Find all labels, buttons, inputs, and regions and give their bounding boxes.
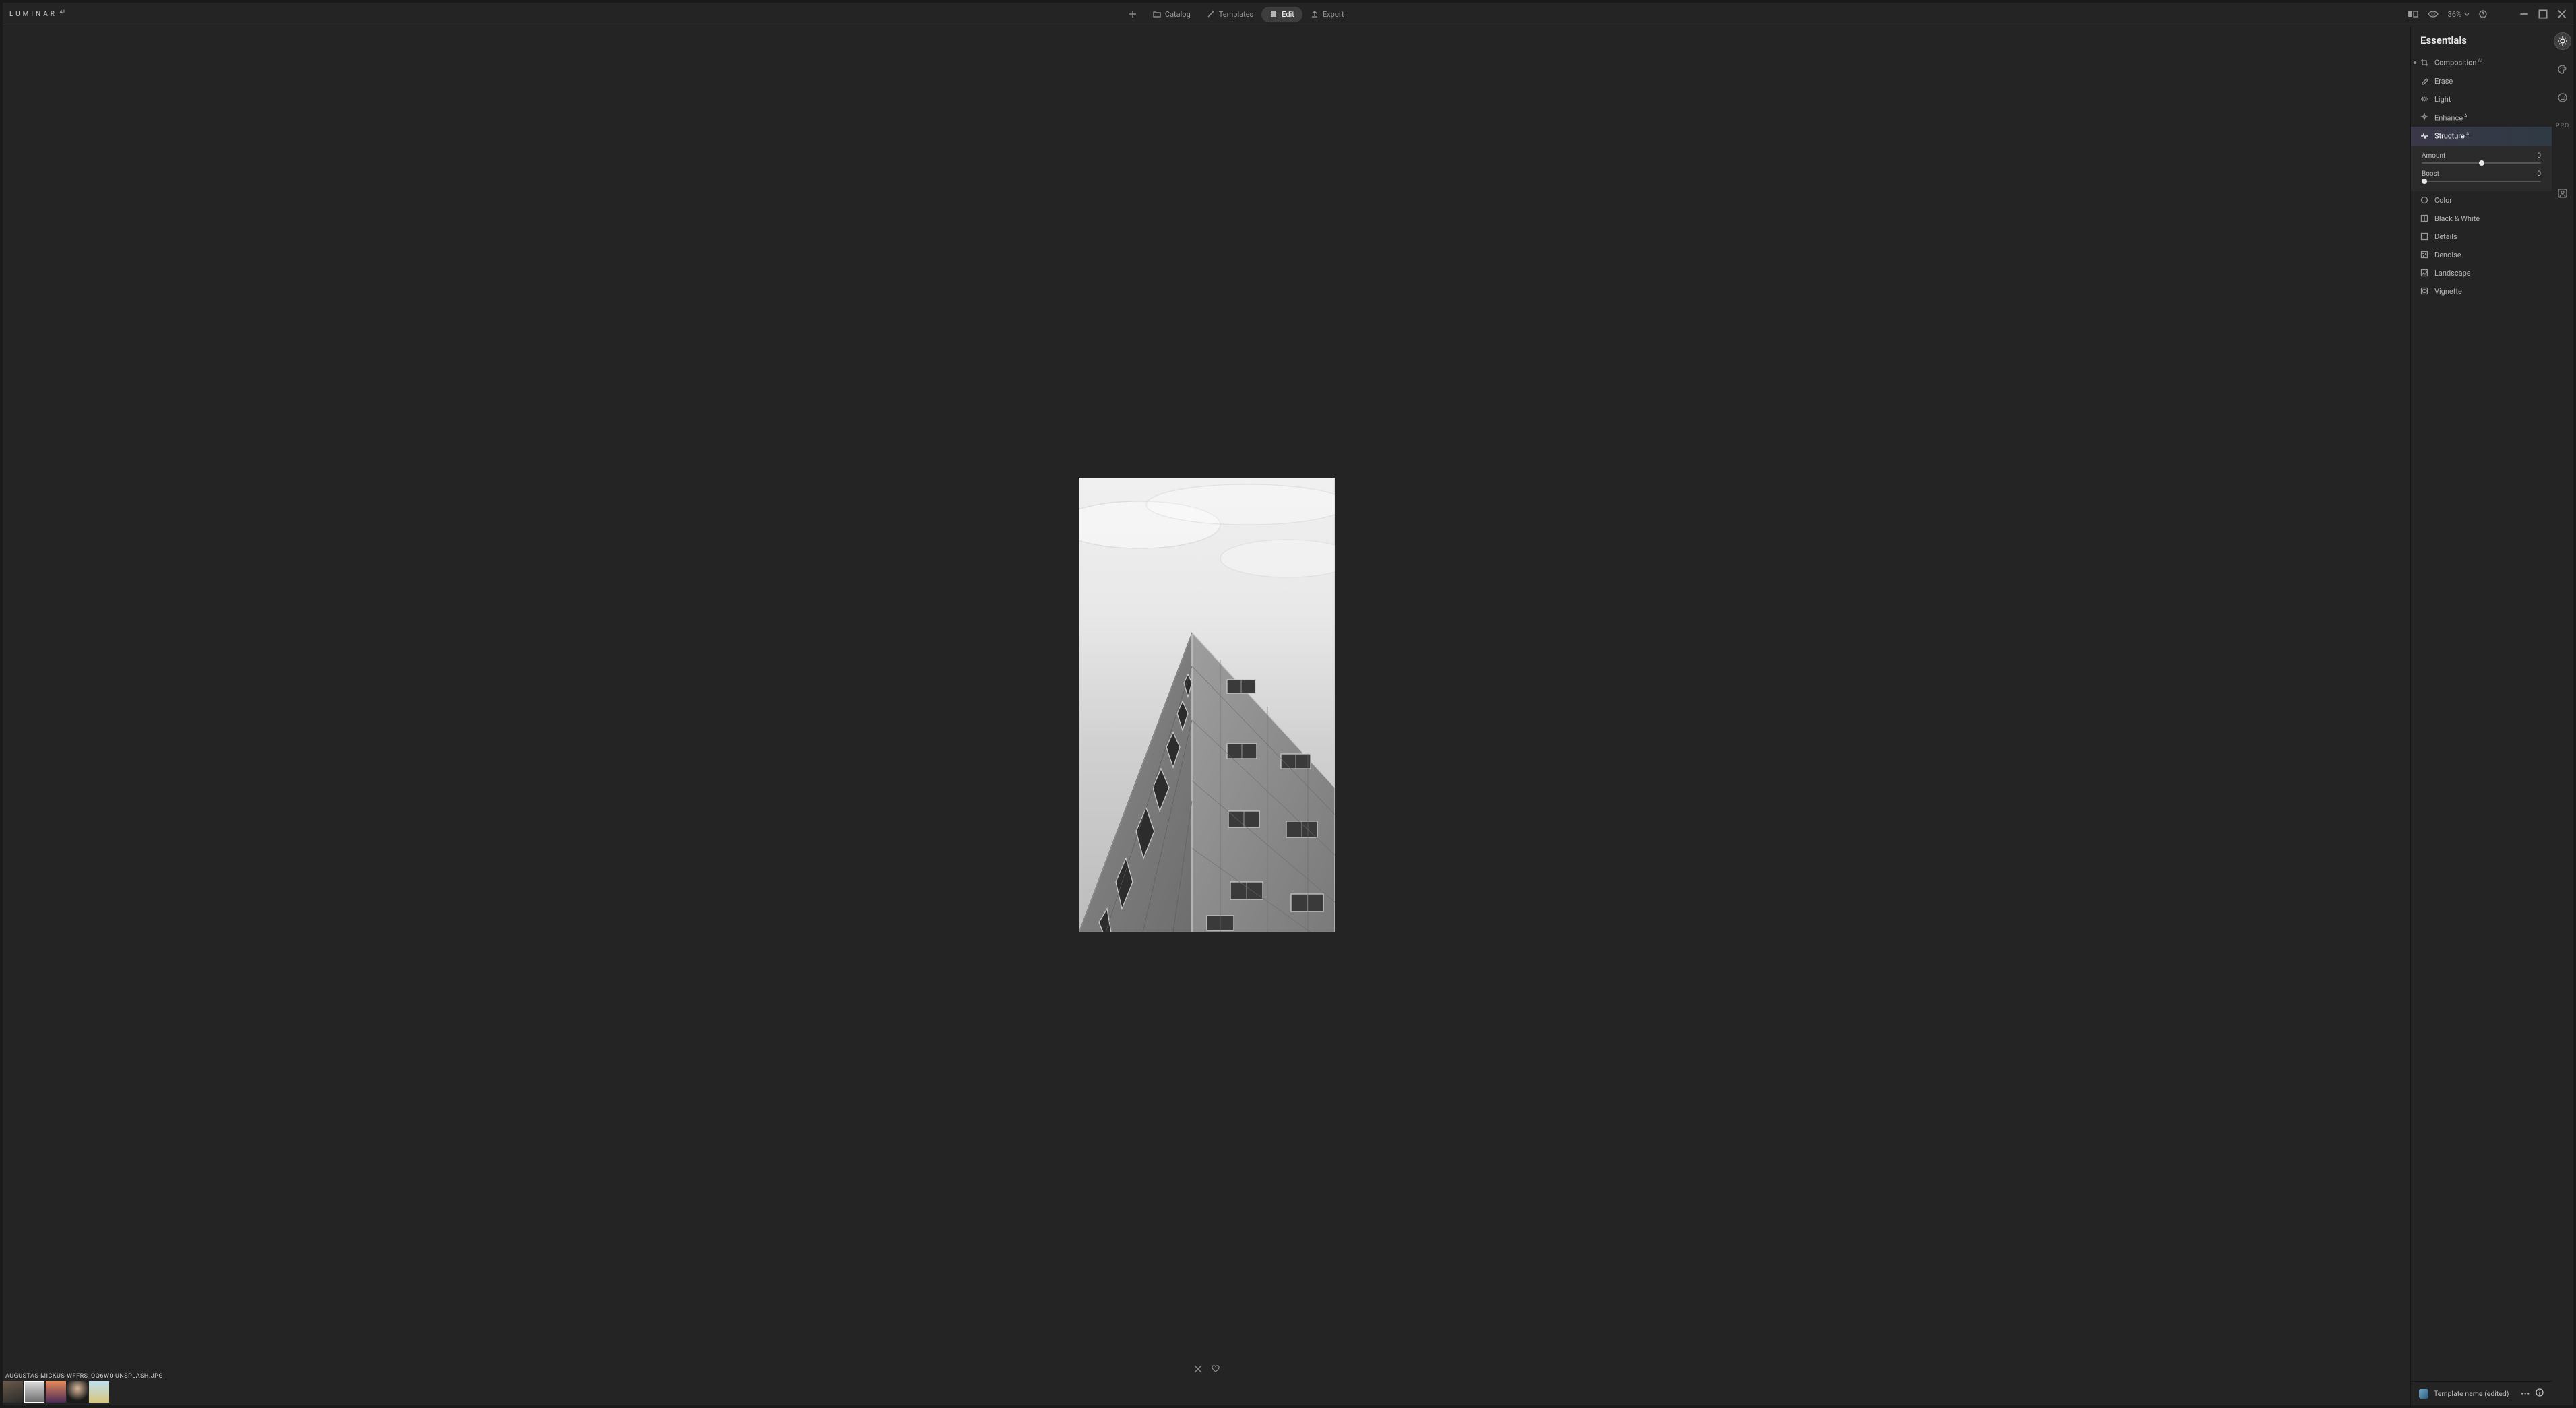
tool-light-label: Light — [2434, 95, 2451, 104]
tool-landscape[interactable]: Landscape — [2411, 264, 2552, 282]
amount-label: Amount — [2422, 152, 2445, 160]
denoise-icon — [2420, 251, 2428, 259]
tool-light[interactable]: Light — [2411, 90, 2552, 108]
canvas-toolbar — [1194, 1363, 1220, 1376]
amount-value: 0 — [2537, 152, 2541, 160]
rail-portrait[interactable] — [2554, 90, 2571, 106]
sliders-icon — [1269, 10, 1278, 18]
tool-details[interactable]: Details — [2411, 228, 2552, 246]
erase-icon — [2420, 77, 2428, 85]
template-swatch-icon — [2419, 1389, 2428, 1399]
favorite-button[interactable] — [1212, 1363, 1220, 1376]
tool-bw-label: Black & White — [2434, 214, 2480, 223]
nav-catalog-label: Catalog — [1165, 10, 1191, 19]
amount-slider[interactable] — [2422, 162, 2541, 164]
tool-enhance[interactable]: EnhanceAI — [2411, 108, 2552, 127]
template-info-button[interactable] — [2536, 1388, 2544, 1399]
tool-color[interactable]: Color — [2411, 191, 2552, 210]
workspace: AUGUSTAS-MICKUS-WFFRS_QQ6W0-UNSPLASH.JPG… — [3, 26, 2573, 1405]
help-icon[interactable] — [2479, 10, 2487, 18]
nav-catalog[interactable]: Catalog — [1145, 7, 1199, 22]
tool-details-label: Details — [2434, 232, 2457, 241]
filmstrip-thumb[interactable] — [3, 1381, 23, 1403]
panel-title: Essentials — [2411, 26, 2552, 53]
tool-composition-label: Composition — [2434, 59, 2477, 67]
tool-structure[interactable]: StructureAI — [2411, 127, 2552, 146]
tool-structure-label: Structure — [2434, 132, 2465, 141]
amount-slider-knob[interactable] — [2479, 160, 2484, 166]
plus-icon — [1129, 10, 1137, 18]
nav-templates-label: Templates — [1219, 10, 1253, 19]
structure-icon — [2420, 132, 2428, 140]
filmstrip-thumb[interactable] — [46, 1381, 66, 1403]
boost-label: Boost — [2422, 170, 2439, 178]
rail-creative[interactable] — [2554, 61, 2571, 77]
crop-icon — [2420, 59, 2428, 67]
tool-erase[interactable]: Erase — [2411, 72, 2552, 90]
tool-vignette-label: Vignette — [2434, 287, 2462, 296]
bw-icon — [2420, 214, 2428, 222]
tool-composition[interactable]: CompositionAI — [2411, 53, 2552, 72]
boost-value: 0 — [2537, 170, 2541, 178]
chevron-down-icon — [2464, 13, 2470, 16]
window-maximize[interactable] — [2538, 9, 2548, 19]
ai-badge: AI — [2466, 131, 2470, 137]
rail-masking[interactable] — [2554, 185, 2571, 201]
template-footer: Template name (edited) ••• — [2411, 1381, 2552, 1405]
sparkle-icon — [2420, 113, 2428, 121]
add-button[interactable] — [1121, 7, 1145, 22]
tool-denoise[interactable]: Denoise — [2411, 246, 2552, 264]
photo-preview[interactable] — [1079, 478, 1335, 932]
landscape-icon — [2420, 269, 2428, 277]
tool-landscape-label: Landscape — [2434, 269, 2471, 278]
app-logo: LUMINARAI — [9, 11, 65, 18]
ai-badge: AI — [2464, 113, 2468, 119]
filmstrip-thumb[interactable] — [89, 1381, 109, 1403]
details-icon — [2420, 232, 2428, 241]
app-name-sup: AI — [59, 9, 65, 15]
ai-badge: AI — [2478, 58, 2482, 63]
color-icon — [2420, 196, 2428, 204]
nav-edit-label: Edit — [1282, 10, 1294, 19]
export-icon — [1311, 10, 1319, 18]
tool-enhance-label: Enhance — [2434, 113, 2463, 122]
sun-icon — [2420, 95, 2428, 103]
reject-button[interactable] — [1194, 1363, 1202, 1376]
template-name: Template name (edited) — [2434, 1389, 2509, 1398]
nav-export-label: Export — [1323, 10, 1344, 19]
modified-dot-icon — [2414, 61, 2416, 64]
tool-bw[interactable]: Black & White — [2411, 210, 2552, 228]
edit-panel: Essentials CompositionAI Erase Light Enh… — [2410, 26, 2552, 1405]
rail-pro[interactable]: PRO — [2554, 118, 2571, 134]
filmstrip-thumb[interactable] — [24, 1381, 44, 1403]
app-name: LUMINAR — [9, 11, 57, 18]
zoom-dropdown[interactable]: 36% — [2448, 10, 2470, 19]
tool-rail: PRO — [2552, 26, 2573, 1405]
canvas-area: AUGUSTAS-MICKUS-WFFRS_QQ6W0-UNSPLASH.JPG — [3, 26, 2410, 1405]
tool-color-label: Color — [2434, 196, 2452, 205]
rail-pro-label: PRO — [2556, 123, 2569, 129]
vignette-icon — [2420, 287, 2428, 295]
tool-structure-body: Amount 0 Boost 0 — [2411, 146, 2552, 191]
compare-icon[interactable] — [2408, 10, 2418, 18]
boost-slider-knob[interactable] — [2422, 179, 2427, 184]
filmstrip-thumb[interactable] — [67, 1381, 88, 1403]
window-minimize[interactable] — [2519, 9, 2529, 19]
boost-slider[interactable] — [2422, 181, 2541, 182]
zoom-value: 36% — [2448, 10, 2461, 19]
folder-icon — [1153, 10, 1161, 18]
tool-vignette[interactable]: Vignette — [2411, 282, 2552, 300]
wand-icon — [1207, 10, 1215, 18]
top-bar: LUMINARAI Catalog Templates Edit Export — [3, 3, 2573, 26]
rail-essentials[interactable] — [2554, 33, 2571, 49]
eye-icon[interactable] — [2428, 10, 2439, 18]
tool-erase-label: Erase — [2434, 77, 2453, 86]
tool-denoise-label: Denoise — [2434, 251, 2461, 259]
nav-templates[interactable]: Templates — [1199, 7, 1261, 22]
filmstrip — [3, 1381, 2410, 1405]
nav-edit[interactable]: Edit — [1261, 7, 1302, 22]
template-more-button[interactable]: ••• — [2521, 1389, 2530, 1398]
nav-export[interactable]: Export — [1302, 7, 1352, 22]
window-close[interactable] — [2557, 9, 2567, 19]
